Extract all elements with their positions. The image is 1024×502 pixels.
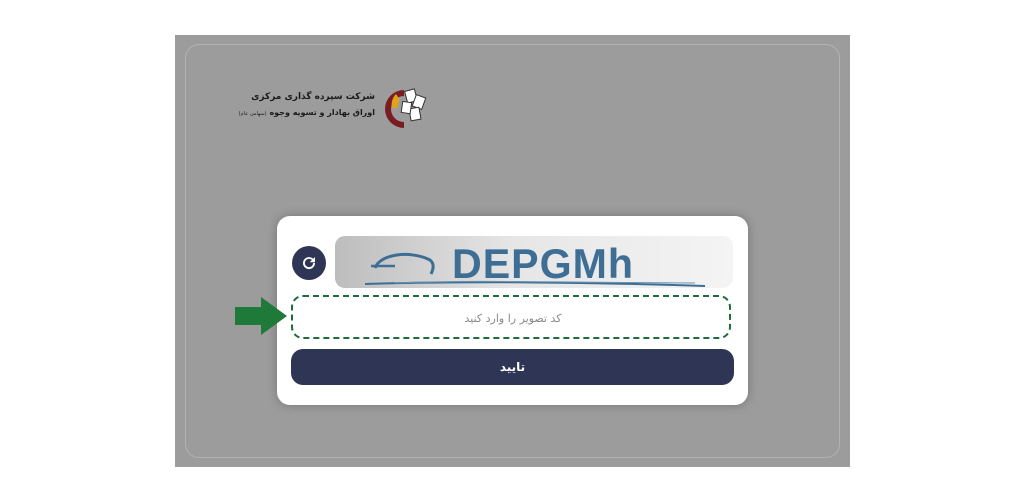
captcha-card: DEPGMh تایید [277, 216, 748, 405]
captcha-text: DEPGMh [452, 240, 634, 287]
logo-subtitle-main: اوراق بهادار و تسویه وجوه [269, 108, 375, 117]
arrow-right-icon [235, 297, 287, 335]
company-logo: شرکت سپرده گذاری مرکزی اوراق بهادار و تس… [239, 82, 430, 132]
captcha-input-wrapper [291, 295, 733, 339]
refresh-icon [303, 257, 316, 270]
logo-subtitle: اوراق بهادار و تسویه وجوه (سهامی عام) [239, 108, 375, 117]
logo-title: شرکت سپرده گذاری مرکزی [251, 92, 375, 102]
refresh-captcha-button[interactable] [292, 246, 326, 280]
logo-subtitle-note: (سهامی عام) [238, 111, 267, 117]
logo-emblem-icon [385, 88, 427, 128]
captcha-image: DEPGMh [335, 236, 733, 288]
submit-button[interactable]: تایید [291, 349, 734, 385]
captcha-code-input[interactable] [293, 297, 733, 339]
